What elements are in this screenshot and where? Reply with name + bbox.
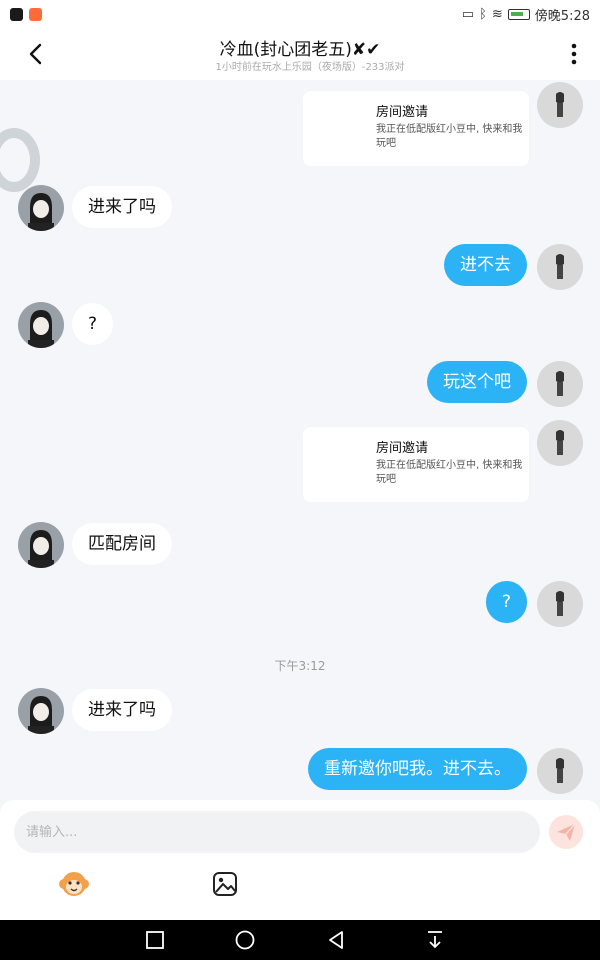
chat-subtitle: 1小时前在玩水上乐园（夜场版）-233派对 — [215, 62, 405, 73]
cast-icon: ▭ — [461, 6, 475, 22]
chat-header: 冷血(封心团老五)✘✔ 1小时前在玩水上乐园（夜场版）-233派对 — [0, 28, 600, 80]
message-bubble: 进来了吗 — [72, 186, 172, 228]
friend-avatar[interactable] — [18, 522, 64, 568]
friend-avatar[interactable] — [18, 302, 64, 348]
image-icon[interactable] — [211, 870, 239, 898]
tiktok-app-icon — [10, 7, 23, 21]
room-invite-card[interactable]: 房间邀请 我正在低配版红小豆中, 快来和我玩吧 — [303, 91, 529, 166]
system-nav-bar — [0, 920, 600, 960]
message-bubble: 进不去 — [444, 244, 527, 286]
invite-description: 我正在低配版红小豆中, 快来和我玩吧 — [376, 124, 523, 149]
chat-title: 冷血(封心团老五)✘✔ — [219, 40, 381, 60]
invite-title: 房间邀请 — [376, 441, 429, 456]
message-bubble: 玩这个吧 — [427, 361, 527, 403]
invite-description: 我正在低配版红小豆中, 快来和我玩吧 — [376, 460, 523, 485]
message-bubble: 重新邀你吧我。进不去。 — [308, 748, 527, 790]
back-triangle-icon[interactable] — [324, 928, 348, 952]
home-circle-icon[interactable] — [233, 928, 257, 952]
message-timestamp: 下午3:12 — [274, 659, 326, 673]
recents-square-icon[interactable] — [143, 928, 167, 952]
friend-avatar[interactable] — [18, 688, 64, 734]
status-left — [10, 7, 42, 21]
room-invite-card[interactable]: 房间邀请 我正在低配版红小豆中, 快来和我玩吧 — [303, 427, 529, 502]
my-avatar[interactable] — [537, 581, 583, 627]
chat-message-list[interactable]: 房间邀请 我正在低配版红小豆中, 快来和我玩吧 进来了吗 进不去 ? 玩这个吧 … — [0, 80, 600, 800]
loading-spinner — [0, 128, 40, 192]
status-time: 傍晚5:28 — [534, 8, 590, 24]
notification-pulldown-icon[interactable] — [423, 928, 447, 952]
my-avatar[interactable] — [537, 244, 583, 290]
message-composer — [0, 800, 600, 920]
message-bubble: ? — [485, 581, 527, 623]
message-input[interactable] — [14, 811, 540, 853]
game-app-icon — [29, 7, 42, 21]
status-right: ▭ ᛒ ≋ 傍晚5:28 — [462, 5, 590, 24]
monkey-emoji-icon[interactable] — [58, 868, 90, 900]
friend-avatar[interactable] — [18, 185, 64, 231]
my-avatar[interactable] — [537, 361, 583, 407]
status-bar: ▭ ᛒ ≋ 傍晚5:28 — [0, 0, 600, 28]
message-bubble: ? — [72, 303, 114, 345]
my-avatar[interactable] — [537, 420, 583, 466]
message-bubble: 匹配房间 — [72, 523, 172, 565]
more-vertical-icon[interactable] — [564, 42, 584, 66]
bluetooth-icon: ᛒ — [479, 6, 487, 22]
my-avatar[interactable] — [537, 82, 583, 128]
battery-icon — [507, 8, 530, 20]
invite-title: 房间邀请 — [376, 105, 429, 120]
message-bubble: 进来了吗 — [72, 689, 172, 731]
send-icon[interactable] — [549, 815, 583, 849]
my-avatar[interactable] — [537, 748, 583, 794]
wifi-icon: ≋ — [491, 6, 503, 22]
